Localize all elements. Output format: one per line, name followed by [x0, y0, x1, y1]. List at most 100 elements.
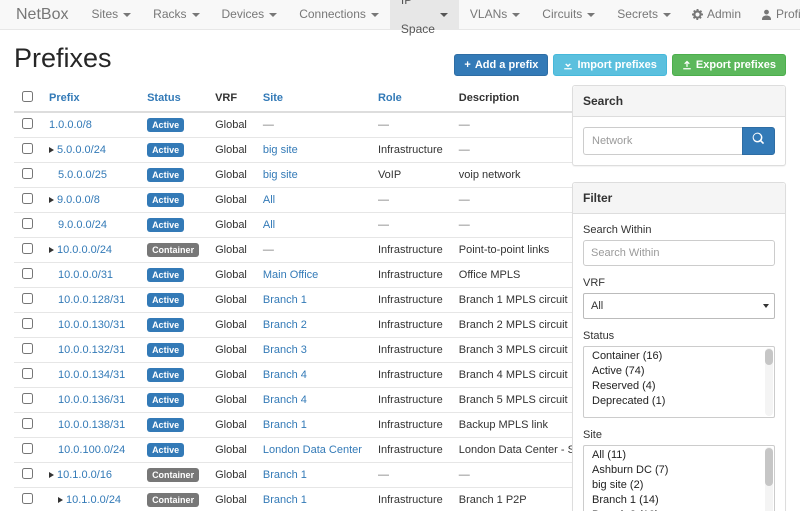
- vrf-select[interactable]: All: [583, 293, 775, 319]
- row-checkbox[interactable]: [22, 193, 33, 204]
- filter-option[interactable]: big site (2): [584, 478, 764, 493]
- prefix-link[interactable]: 10.0.0.138/31: [58, 419, 125, 431]
- status-listbox[interactable]: Container (16)Active (74)Reserved (4)Dep…: [583, 346, 775, 418]
- row-checkbox[interactable]: [22, 318, 33, 329]
- search-input[interactable]: [583, 127, 742, 155]
- expand-caret-icon[interactable]: [58, 497, 63, 503]
- prefix-link[interactable]: 9.0.0.0/24: [58, 219, 107, 231]
- row-checkbox[interactable]: [22, 293, 33, 304]
- prefix-link[interactable]: 10.1.0.0/16: [57, 469, 112, 481]
- row-checkbox[interactable]: [22, 218, 33, 229]
- row-checkbox[interactable]: [22, 493, 33, 504]
- column-header-site[interactable]: Site: [255, 85, 370, 112]
- nav-item-racks[interactable]: Racks: [142, 0, 210, 29]
- row-checkbox[interactable]: [22, 118, 33, 129]
- prefix-link[interactable]: 10.0.0.0/31: [58, 269, 113, 281]
- prefix-link[interactable]: 1.0.0.0/8: [49, 119, 92, 131]
- row-checkbox[interactable]: [22, 368, 33, 379]
- site-link[interactable]: London Data Center: [263, 444, 362, 456]
- filter-option[interactable]: Active (74): [584, 364, 764, 379]
- nav-item-sites[interactable]: Sites: [80, 0, 142, 29]
- filter-option[interactable]: Ashburn DC (7): [584, 463, 764, 478]
- site-link[interactable]: big site: [263, 144, 298, 156]
- import-icon: [563, 60, 573, 70]
- filter-option[interactable]: All (11): [584, 448, 764, 463]
- prefix-link[interactable]: 10.0.100.0/24: [58, 444, 125, 456]
- row-checkbox[interactable]: [22, 468, 33, 479]
- import-prefixes-button[interactable]: Import prefixes: [553, 54, 666, 76]
- site-link[interactable]: All: [263, 194, 275, 206]
- nav-item-devices[interactable]: Devices: [211, 0, 289, 29]
- search-within-input[interactable]: [583, 240, 775, 266]
- site-link[interactable]: All: [263, 219, 275, 231]
- expand-caret-icon[interactable]: [49, 472, 54, 478]
- prefix-link[interactable]: 5.0.0.0/24: [57, 144, 106, 156]
- site-link[interactable]: Branch 1: [263, 469, 307, 481]
- column-header-prefix[interactable]: Prefix: [41, 85, 139, 112]
- nav-item-ip-space[interactable]: IP Space: [390, 0, 459, 29]
- prefix-link[interactable]: 9.0.0.0/8: [57, 194, 100, 206]
- export-prefixes-label: Export prefixes: [696, 59, 776, 71]
- row-checkbox[interactable]: [22, 143, 33, 154]
- nav-item-connections[interactable]: Connections: [288, 0, 390, 29]
- app-logo[interactable]: NetBox: [0, 0, 80, 29]
- prefix-link[interactable]: 10.1.0.0/24: [66, 494, 121, 506]
- sort-link-role[interactable]: Role: [378, 92, 402, 104]
- nav-item-label: Sites: [91, 0, 118, 29]
- status-badge: Active: [147, 443, 184, 457]
- filter-option[interactable]: Deprecated (1): [584, 394, 764, 409]
- row-checkbox[interactable]: [22, 243, 33, 254]
- site-link[interactable]: big site: [263, 169, 298, 181]
- vrf-cell: Global: [207, 138, 255, 163]
- prefix-link[interactable]: 10.0.0.134/31: [58, 369, 125, 381]
- export-prefixes-button[interactable]: Export prefixes: [672, 54, 786, 76]
- row-checkbox[interactable]: [22, 393, 33, 404]
- filter-option[interactable]: Container (16): [584, 349, 764, 364]
- site-link[interactable]: Branch 1: [263, 494, 307, 506]
- vrf-cell: Global: [207, 438, 255, 463]
- row-checkbox[interactable]: [22, 343, 33, 354]
- prefix-link[interactable]: 10.0.0.136/31: [58, 394, 125, 406]
- nav-item-vlans[interactable]: VLANs: [459, 0, 531, 29]
- prefix-link[interactable]: 10.0.0.132/31: [58, 344, 125, 356]
- site-link[interactable]: Branch 4: [263, 394, 307, 406]
- nav-profile[interactable]: Profile: [751, 0, 800, 29]
- site-link[interactable]: Main Office: [263, 269, 318, 281]
- scrollbar[interactable]: [765, 348, 773, 416]
- add-prefix-button[interactable]: + Add a prefix: [454, 54, 548, 76]
- row-checkbox[interactable]: [22, 418, 33, 429]
- filter-option[interactable]: Reserved (4): [584, 379, 764, 394]
- nav-item-circuits[interactable]: Circuits: [531, 0, 606, 29]
- prefix-link[interactable]: 10.0.0.130/31: [58, 319, 125, 331]
- sort-link-prefix[interactable]: Prefix: [49, 92, 80, 104]
- expand-caret-icon[interactable]: [49, 197, 54, 203]
- status-badge: Active: [147, 368, 184, 382]
- nav-admin-label: Admin: [707, 0, 741, 29]
- site-cell: Branch 1: [255, 288, 370, 313]
- sort-link-site[interactable]: Site: [263, 92, 283, 104]
- site-link[interactable]: Branch 1: [263, 294, 307, 306]
- site-listbox[interactable]: All (11)Ashburn DC (7)big site (2)Branch…: [583, 445, 775, 511]
- prefix-link[interactable]: 5.0.0.0/25: [58, 169, 107, 181]
- expand-caret-icon[interactable]: [49, 247, 54, 253]
- site-link[interactable]: Branch 2: [263, 319, 307, 331]
- prefix-link[interactable]: 10.0.0.0/24: [57, 244, 112, 256]
- row-checkbox[interactable]: [22, 268, 33, 279]
- site-link[interactable]: Branch 4: [263, 369, 307, 381]
- row-checkbox[interactable]: [22, 443, 33, 454]
- site-link[interactable]: Branch 1: [263, 419, 307, 431]
- site-link[interactable]: Branch 3: [263, 344, 307, 356]
- search-button[interactable]: [742, 127, 775, 155]
- column-header-role[interactable]: Role: [370, 85, 451, 112]
- nav-item-secrets[interactable]: Secrets: [606, 0, 682, 29]
- role-cell: Infrastructure: [370, 238, 451, 263]
- sort-link-status[interactable]: Status: [147, 92, 181, 104]
- scrollbar[interactable]: [765, 447, 773, 511]
- filter-option[interactable]: Branch 1 (14): [584, 493, 764, 508]
- prefix-link[interactable]: 10.0.0.128/31: [58, 294, 125, 306]
- row-checkbox[interactable]: [22, 168, 33, 179]
- select-all-checkbox[interactable]: [22, 91, 33, 102]
- expand-caret-icon[interactable]: [49, 147, 54, 153]
- column-header-status[interactable]: Status: [139, 85, 207, 112]
- nav-admin[interactable]: Admin: [682, 0, 751, 29]
